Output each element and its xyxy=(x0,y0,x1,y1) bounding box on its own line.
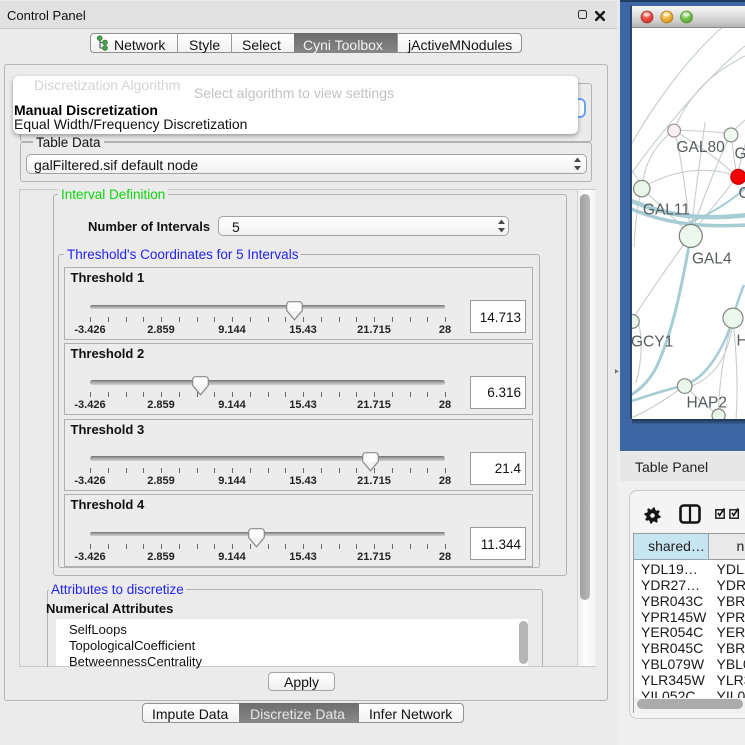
svg-text:GCY1: GCY1 xyxy=(632,334,673,351)
svg-text:GAL4: GAL4 xyxy=(735,146,745,163)
svg-text:HIS4: HIS4 xyxy=(737,333,745,350)
svg-text:GAL80: GAL80 xyxy=(677,139,726,156)
svg-text:HAP2: HAP2 xyxy=(687,395,728,412)
svg-text:GAL11: GAL11 xyxy=(643,202,690,219)
svg-text:GAL4: GAL4 xyxy=(692,251,732,268)
svg-text:C: C xyxy=(739,185,745,202)
